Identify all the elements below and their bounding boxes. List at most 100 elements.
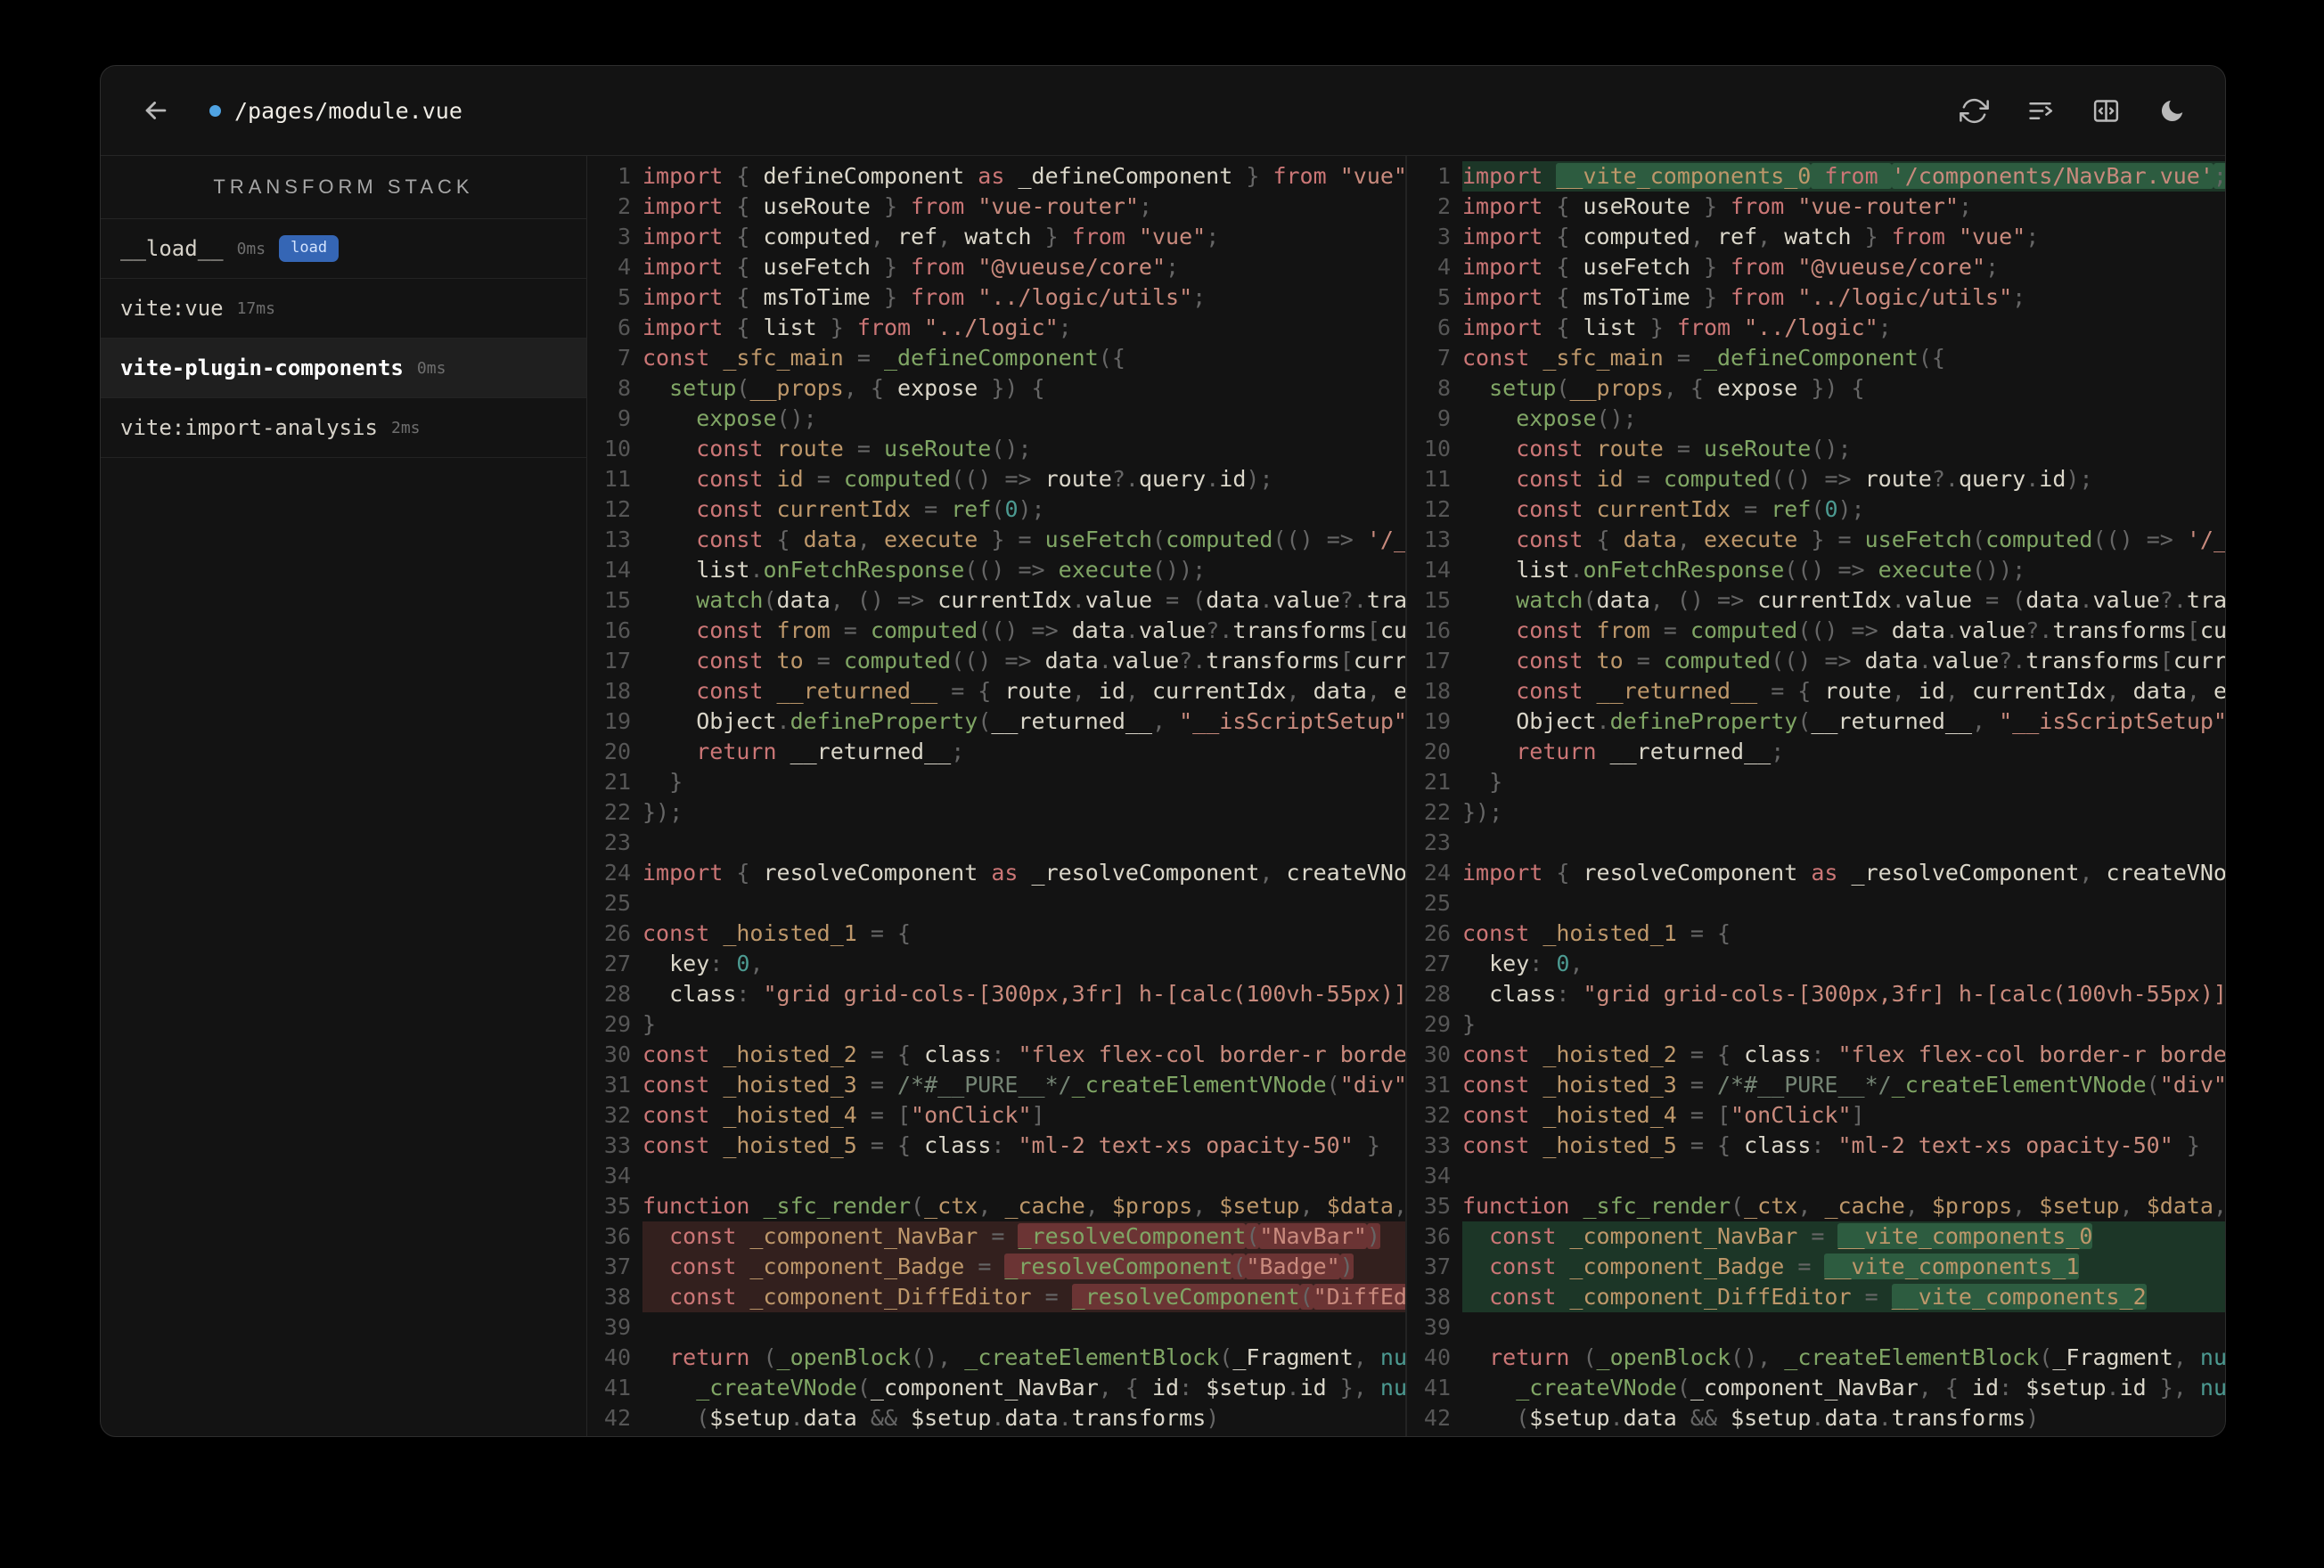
line-number: 31 <box>1423 1072 1451 1098</box>
code-pane-before[interactable]: 1 import { defineComponent as _defineComp… <box>587 156 1407 1436</box>
code-line: 33 const _hoisted_5 = { class: "ml-2 text… <box>587 1131 1405 1161</box>
moon-icon <box>2161 100 2182 121</box>
code-line: 27 key: 0, <box>1407 949 2225 979</box>
content: TRANSFORM STACK __load__ 0ms load vite:v… <box>101 156 2225 1436</box>
line-number: 2 <box>617 193 631 219</box>
code-line: 9 expose(); <box>1407 404 2225 434</box>
line-number: 22 <box>1423 799 1451 825</box>
code-line: 30 const _hoisted_2 = { class: "flex flex… <box>587 1040 1405 1070</box>
code-line: 5 import { msToTime } from "../logic/util… <box>587 282 1405 313</box>
line-number: 25 <box>603 890 631 916</box>
code-line: 14 list.onFetchResponse(() => execute())… <box>1407 555 2225 585</box>
code-line: 12 const currentIdx = ref(0); <box>1407 494 2225 525</box>
code-line: 31 const _hoisted_3 = /*#__PURE__*/_creat… <box>587 1070 1405 1100</box>
wrap-lines-button[interactable] <box>2020 91 2059 130</box>
code-line: 24 import { resolveComponent as _resolveC… <box>1407 858 2225 888</box>
code-line: 40 return (_openBlock(), _createElementB… <box>587 1343 1405 1373</box>
code-line: 25 <box>587 888 1405 919</box>
line-number: 5 <box>1436 284 1451 310</box>
line-number: 41 <box>603 1375 631 1401</box>
line-number: 24 <box>603 860 631 886</box>
code-line: 33 const _hoisted_5 = { class: "ml-2 text… <box>1407 1131 2225 1161</box>
code-pane-after[interactable]: 1 import __vite_components_0 from '/compo… <box>1407 156 2225 1436</box>
code-line: 41 _createVNode(_component_NavBar, { id:… <box>1407 1373 2225 1403</box>
line-number: 38 <box>1423 1284 1451 1310</box>
line-number: 29 <box>603 1011 631 1037</box>
line-number: 6 <box>1436 314 1451 340</box>
line-number: 6 <box>617 314 631 340</box>
code-line: 21 } <box>1407 767 2225 797</box>
code-line: 24 import { resolveComponent as _resolveC… <box>587 858 1405 888</box>
line-number: 32 <box>603 1102 631 1128</box>
code-line: 12 const currentIdx = ref(0); <box>587 494 1405 525</box>
line-number: 16 <box>603 617 631 643</box>
code-line: 26 const _hoisted_1 = { <box>1407 919 2225 949</box>
dark-mode-button[interactable] <box>2152 91 2191 130</box>
line-number: 11 <box>1423 466 1451 492</box>
code-line: 19 Object.defineProperty(__returned__, "… <box>1407 706 2225 737</box>
code-line: 22}); <box>587 797 1405 828</box>
line-number: 15 <box>1423 587 1451 613</box>
code-line: 11 const id = computed(() => route?.quer… <box>1407 464 2225 494</box>
line-number: 35 <box>1423 1193 1451 1219</box>
code-line: 17 const to = computed(() => data.value?… <box>1407 646 2225 676</box>
diff-view: 1 import { defineComponent as _defineComp… <box>587 156 2225 1436</box>
topbar-actions <box>1954 91 2191 130</box>
plugin-time: 0ms <box>236 239 266 258</box>
line-number: 9 <box>617 405 631 431</box>
refresh-button[interactable] <box>1954 91 1993 130</box>
code-line: 8 setup(__props, { expose }) { <box>1407 373 2225 404</box>
code-line: 3 import { computed, ref, watch } from "v… <box>587 222 1405 252</box>
code-line: 18 const __returned__ = { route, id, cur… <box>587 676 1405 706</box>
line-number: 21 <box>1423 769 1451 795</box>
line-number: 19 <box>1423 708 1451 734</box>
line-number: 28 <box>603 981 631 1007</box>
line-number: 40 <box>1423 1344 1451 1370</box>
code-line: 38 const _component_DiffEditor = __vite_… <box>1407 1282 2225 1312</box>
plugin-name: vite-plugin-components <box>120 355 404 380</box>
line-number: 15 <box>603 587 631 613</box>
sidebar-item-load[interactable]: __load__ 0ms load <box>101 219 586 279</box>
line-number: 22 <box>603 799 631 825</box>
code-line: 4 import { useFetch } from "@vueuse/core"… <box>587 252 1405 282</box>
code-line: 1 import __vite_components_0 from '/compo… <box>1407 161 2225 192</box>
sidebar-item-vite-import-analysis[interactable]: vite:import-analysis 2ms <box>101 398 586 458</box>
code-line: 39 <box>1407 1312 2225 1343</box>
line-number: 12 <box>1423 496 1451 522</box>
line-number: 4 <box>1436 254 1451 280</box>
plugin-time: 17ms <box>236 298 275 318</box>
code-line: 37 const _component_Badge = __vite_compo… <box>1407 1252 2225 1282</box>
sidebar-item-vite-plugin-components[interactable]: vite-plugin-components 0ms <box>101 339 586 398</box>
line-number: 23 <box>603 829 631 855</box>
code-line: 34 <box>587 1161 1405 1191</box>
plugin-time: 0ms <box>416 358 446 378</box>
line-number: 26 <box>603 920 631 946</box>
code-line: 34 <box>1407 1161 2225 1191</box>
code-line: 7 const _sfc_main = _defineComponent({ <box>1407 343 2225 373</box>
code-line: 29} <box>587 1009 1405 1040</box>
code-line: 19 Object.defineProperty(__returned__, "… <box>587 706 1405 737</box>
code-line: 9 expose(); <box>587 404 1405 434</box>
back-button[interactable] <box>136 91 176 130</box>
line-number: 39 <box>603 1314 631 1340</box>
line-number: 35 <box>603 1193 631 1219</box>
line-number: 10 <box>1423 436 1451 461</box>
module-dot-icon <box>209 104 221 117</box>
line-number: 34 <box>603 1163 631 1188</box>
line-number: 36 <box>1423 1223 1451 1249</box>
line-number: 2 <box>1436 193 1451 219</box>
line-number: 18 <box>603 678 631 704</box>
line-number: 9 <box>1436 405 1451 431</box>
code-line: 41 _createVNode(_component_NavBar, { id:… <box>587 1373 1405 1403</box>
plugin-name: __load__ <box>120 236 224 261</box>
code-line: 11 const id = computed(() => route?.quer… <box>587 464 1405 494</box>
code-line: 6 import { list } from "../logic"; <box>587 313 1405 343</box>
split-view-button[interactable] <box>2086 91 2125 130</box>
sidebar-item-vite-vue[interactable]: vite:vue 17ms <box>101 279 586 339</box>
code-line: 32 const _hoisted_4 = ["onClick"] <box>587 1100 1405 1131</box>
wrap-lines-icon <box>2028 102 2052 119</box>
code-line: 21 } <box>587 767 1405 797</box>
line-number: 33 <box>603 1132 631 1158</box>
code-line: 29} <box>1407 1009 2225 1040</box>
line-number: 30 <box>1423 1041 1451 1067</box>
